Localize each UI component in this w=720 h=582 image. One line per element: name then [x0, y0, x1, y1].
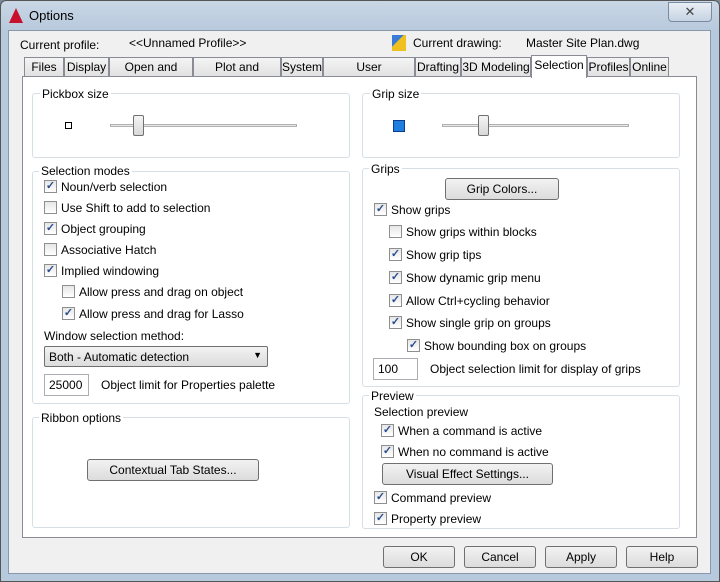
chevron-down-icon: ▼: [253, 350, 262, 360]
checkbox-checked-icon[interactable]: ✓: [381, 424, 394, 437]
cancel-button[interactable]: Cancel: [464, 546, 536, 568]
grip-colors-button[interactable]: Grip Colors...: [445, 178, 559, 200]
grip-limit-input[interactable]: 100: [373, 358, 418, 380]
checkbox-checked-icon[interactable]: ✓: [389, 316, 402, 329]
grip-size-label: Grip size: [370, 87, 422, 101]
checkbox-label: Show bounding box on groups: [424, 339, 587, 353]
pickbox-preview: [65, 122, 72, 129]
checkbox-label: When a command is active: [398, 424, 543, 438]
checkbox-label: When no command is active: [398, 445, 549, 459]
grip-size-slider-thumb[interactable]: [478, 115, 490, 136]
checkbox-label: Allow press and drag for Lasso: [79, 307, 244, 321]
checkbox-label: Show single grip on groups: [406, 316, 551, 330]
checkbox-checked-icon[interactable]: ✓: [374, 203, 387, 216]
checkbox-unchecked-icon[interactable]: [62, 285, 75, 298]
tab-open-and-save[interactable]: Open and Save: [109, 57, 193, 92]
object-limit-input[interactable]: 25000: [44, 374, 89, 396]
contextual-tab-states-button[interactable]: Contextual Tab States...: [87, 459, 259, 481]
grips-label: Grips: [369, 162, 402, 176]
preview-label: Preview: [369, 389, 416, 403]
checkbox-checked-icon[interactable]: ✓: [389, 271, 402, 284]
autocad-logo-icon: [9, 8, 23, 23]
tab-online[interactable]: Online: [630, 57, 669, 77]
tab-drafting[interactable]: Drafting: [415, 57, 461, 77]
visual-effect-settings-button[interactable]: Visual Effect Settings...: [382, 463, 553, 485]
tab-profiles[interactable]: Profiles: [587, 57, 630, 77]
drawing-label: Current drawing:: [413, 36, 502, 50]
close-button[interactable]: ✕: [668, 2, 712, 22]
object-limit-label: Object limit for Properties palette: [101, 378, 276, 392]
selection-modes-label: Selection modes: [39, 164, 132, 178]
tab-system[interactable]: System: [281, 57, 323, 77]
checkbox-checked-icon[interactable]: ✓: [44, 180, 57, 193]
tab-plot-and-publish[interactable]: Plot and Publish: [193, 57, 281, 92]
pickbox-slider-thumb[interactable]: [133, 115, 145, 136]
help-button[interactable]: Help: [626, 546, 698, 568]
grip-size-preview: [393, 120, 405, 132]
checkbox-checked-icon[interactable]: ✓: [374, 512, 387, 525]
checkbox-label: Implied windowing: [61, 264, 160, 278]
tab-selection[interactable]: Selection: [531, 55, 587, 78]
ribbon-options-label: Ribbon options: [39, 411, 124, 425]
tab-3d-modeling[interactable]: 3D Modeling: [461, 57, 531, 77]
tab-files[interactable]: Files: [24, 57, 64, 77]
checkbox-label: Noun/verb selection: [61, 180, 168, 194]
checkbox-label: Associative Hatch: [61, 243, 157, 257]
window-method-value: Both - Automatic detection: [49, 350, 190, 364]
checkbox-checked-icon[interactable]: ✓: [44, 222, 57, 235]
checkbox-label: Allow press and drag on object: [79, 285, 244, 299]
window-method-select[interactable]: Both - Automatic detection ▼: [44, 346, 268, 367]
grip-limit-label: Object selection limit for display of gr…: [430, 362, 641, 376]
checkbox-unchecked-icon[interactable]: [389, 225, 402, 238]
checkbox-unchecked-icon[interactable]: [44, 201, 57, 214]
checkbox-checked-icon[interactable]: ✓: [374, 491, 387, 504]
checkbox-checked-icon[interactable]: ✓: [389, 248, 402, 261]
checkbox-checked-icon[interactable]: ✓: [381, 445, 394, 458]
checkbox-label: Allow Ctrl+cycling behavior: [406, 294, 550, 308]
window-method-label: Window selection method:: [44, 329, 185, 343]
checkbox-unchecked-icon[interactable]: [44, 243, 57, 256]
pickbox-label: Pickbox size: [40, 87, 111, 101]
checkbox-label: Use Shift to add to selection: [61, 201, 211, 215]
checkbox-checked-icon[interactable]: ✓: [62, 307, 75, 320]
profile-value: <<Unnamed Profile>>: [129, 36, 247, 50]
checkbox-label: Command preview: [391, 491, 492, 505]
checkbox-label: Object grouping: [61, 222, 146, 236]
checkbox-label: Show grips within blocks: [406, 225, 537, 239]
ok-button[interactable]: OK: [383, 546, 455, 568]
checkbox-checked-icon[interactable]: ✓: [44, 264, 57, 277]
selection-preview-label: Selection preview: [374, 405, 469, 419]
checkbox-label: Property preview: [391, 512, 482, 526]
window-title: Options: [29, 8, 74, 23]
checkbox-label: Show grip tips: [406, 248, 482, 262]
checkbox-checked-icon[interactable]: ✓: [389, 294, 402, 307]
drawing-icon: [392, 35, 406, 51]
tab-user-preferences[interactable]: User Preferences: [323, 57, 415, 92]
checkbox-checked-icon[interactable]: ✓: [407, 339, 420, 352]
drawing-value: Master Site Plan.dwg: [526, 36, 640, 50]
grip-size-slider[interactable]: [442, 124, 629, 127]
checkbox-label: Show dynamic grip menu: [406, 271, 541, 285]
apply-button[interactable]: Apply: [545, 546, 617, 568]
checkbox-label: Show grips: [391, 203, 451, 217]
tab-display[interactable]: Display: [64, 57, 109, 77]
profile-label: Current profile:: [20, 38, 100, 52]
